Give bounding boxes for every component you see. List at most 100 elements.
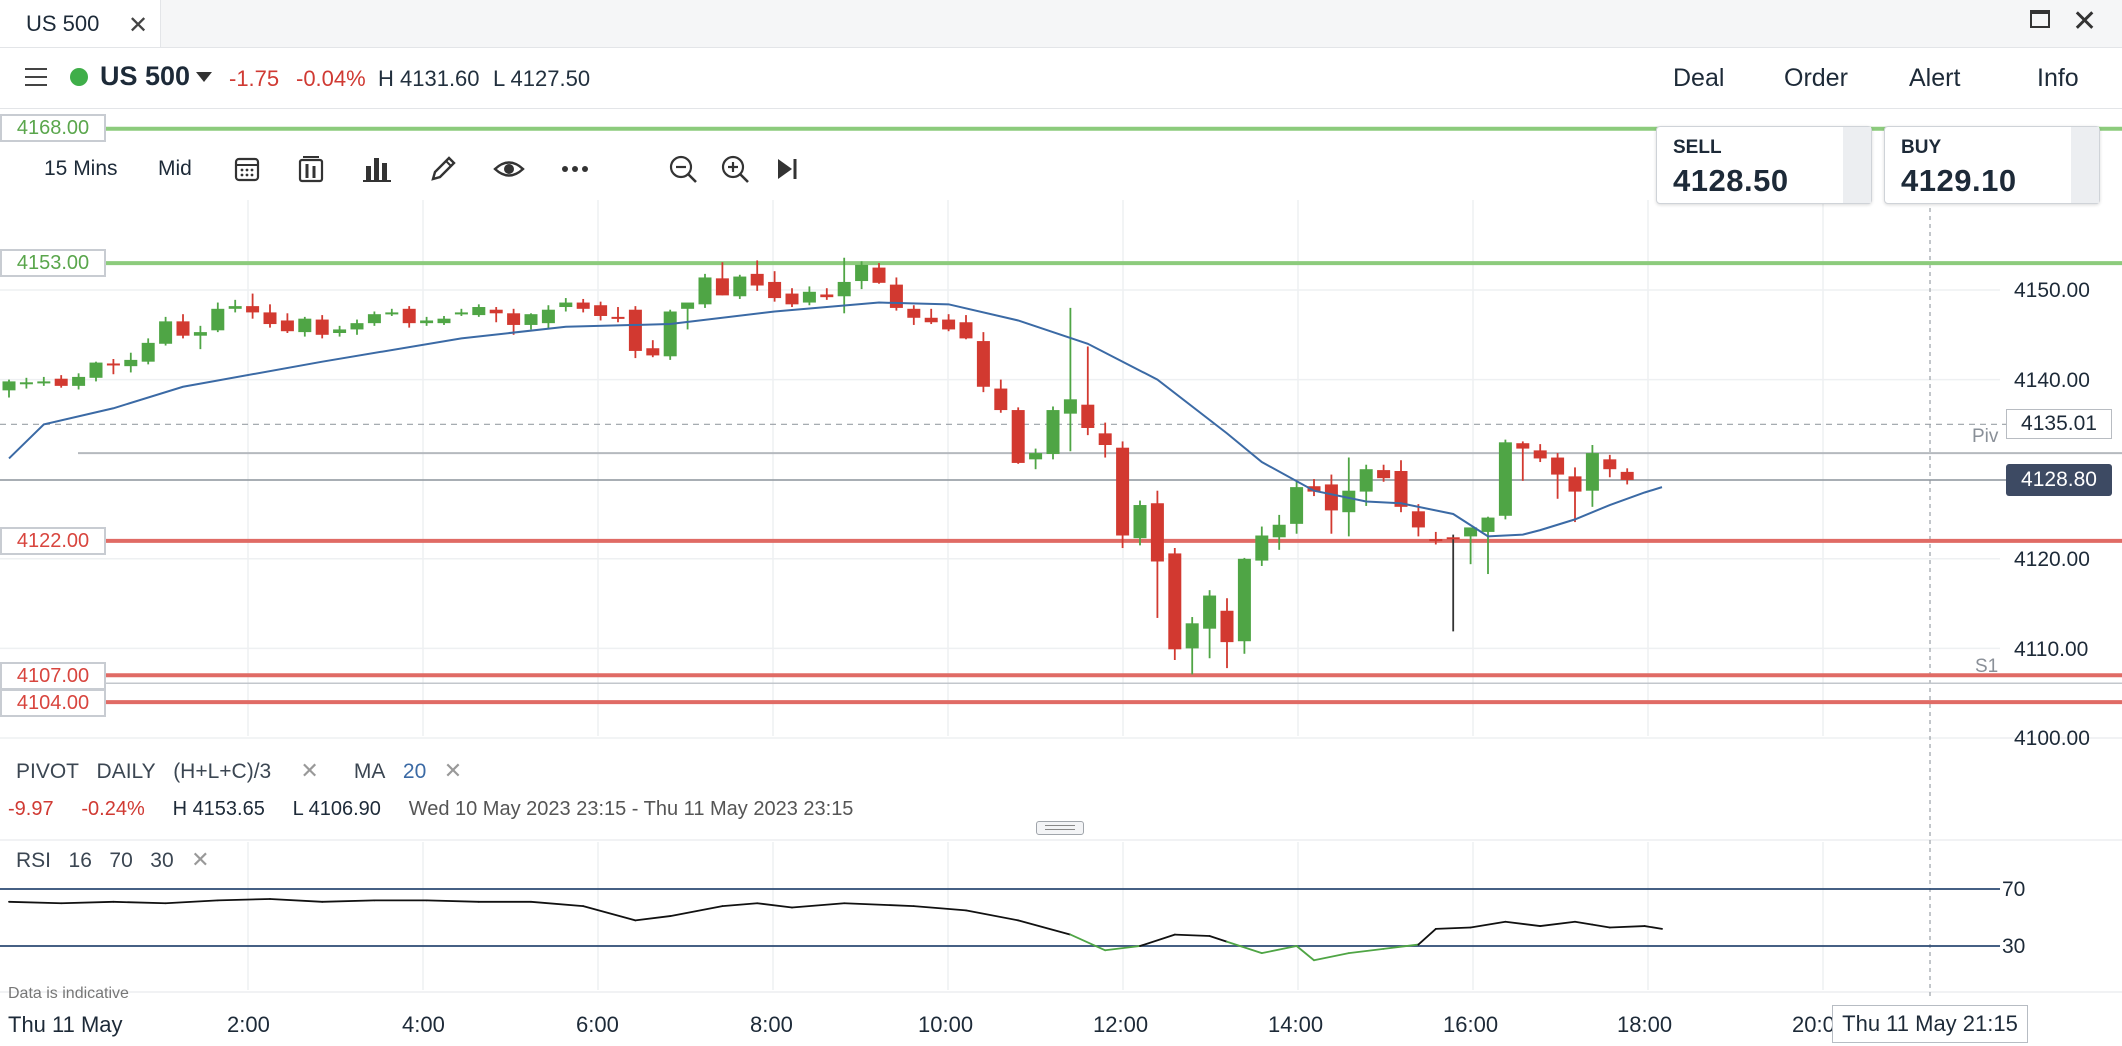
- zoom-out-icon[interactable]: [666, 152, 700, 186]
- candle-body: [1394, 470, 1408, 507]
- reference-price-box: 4135.01: [2006, 409, 2112, 439]
- rsi-segment: [60, 900, 115, 905]
- buy-ticket-shade: [2071, 127, 2099, 203]
- candle-body: [1255, 535, 1269, 561]
- candle-body: [159, 321, 173, 344]
- indicators-icon[interactable]: [360, 152, 394, 186]
- rsi-segment: [1173, 933, 1211, 937]
- candle-body: [1098, 433, 1112, 446]
- level-label-4107[interactable]: 4107.00: [0, 662, 106, 690]
- candle-body: [681, 302, 695, 309]
- rsi-upper: 70: [109, 849, 133, 872]
- level-label-4122[interactable]: 4122.00: [0, 527, 106, 555]
- pane-resize-handle[interactable]: [1036, 821, 1084, 835]
- rsi-segment: [321, 899, 376, 903]
- price-change-pct: -0.04%: [296, 66, 366, 91]
- summary-change-pct: -0.24%: [81, 798, 145, 820]
- candle-body: [594, 305, 608, 316]
- price-type-selector[interactable]: Mid: [158, 157, 192, 181]
- candle-body: [855, 264, 869, 282]
- candle-body: [559, 302, 573, 308]
- rsi-segment: [164, 899, 219, 905]
- instrument-bar: US 500 -1.75 -0.04% H 4131.60 L 4127.50 …: [0, 48, 2122, 109]
- candle-body: [1063, 399, 1077, 414]
- maximize-icon[interactable]: [2030, 10, 2050, 28]
- rsi-segment: [112, 900, 167, 905]
- price-change: -1.75: [229, 66, 280, 91]
- rsi-segment: [1434, 926, 1472, 930]
- rsi-segment: [1608, 925, 1646, 929]
- pencil-icon[interactable]: [426, 152, 460, 186]
- rsi-lower: 30: [150, 849, 174, 872]
- rsi-segment: [530, 900, 585, 907]
- candle-body: [402, 308, 416, 324]
- rsi-segment: [756, 902, 793, 909]
- rsi-tick-70: 70: [2002, 878, 2026, 901]
- candle-body: [228, 306, 242, 309]
- level-label-4153[interactable]: 4153.00: [0, 249, 106, 277]
- tab-us500[interactable]: US 500 ✕: [0, 0, 161, 47]
- candle-body: [1272, 524, 1286, 538]
- ma-label: MA: [353, 760, 386, 783]
- buy-ticket[interactable]: BUY 4129.10: [1884, 126, 2100, 204]
- window-close-icon[interactable]: ✕: [2072, 4, 2097, 39]
- candle-body: [1620, 471, 1634, 480]
- chevron-down-icon[interactable]: [196, 72, 212, 82]
- candle-body: [698, 277, 712, 305]
- candle-body: [1533, 450, 1547, 459]
- candle-body: [1150, 503, 1164, 562]
- instrument-name[interactable]: US 500: [100, 61, 190, 92]
- sell-label: SELL: [1673, 137, 1722, 158]
- candle-body: [715, 278, 729, 296]
- eye-icon[interactable]: [492, 152, 526, 186]
- candle-body: [72, 376, 86, 386]
- rsi-segment: [1295, 945, 1315, 962]
- candle-body: [54, 378, 68, 386]
- candle-body: [1481, 517, 1495, 532]
- more-options-icon[interactable]: [558, 152, 592, 186]
- chart-window: US 500 ✕ ✕ US 500 -1.75 -0.04% H 4131.60…: [0, 0, 2122, 1046]
- sell-ticket-shade: [1843, 127, 1871, 203]
- pivot-indicator-legend: PIVOT DAILY (H+L+C)/3 ✕ MA 20 ✕: [16, 758, 462, 784]
- candle-body: [959, 322, 973, 339]
- tab-close-icon[interactable]: ✕: [128, 11, 148, 40]
- rsi-segment: [791, 902, 846, 909]
- deal-button[interactable]: Deal: [1673, 64, 1724, 93]
- candle-body: [263, 312, 277, 325]
- x-tick-label: 10:00: [918, 1012, 974, 1037]
- zoom-in-icon[interactable]: [718, 152, 752, 186]
- candle-body: [454, 312, 468, 315]
- rsi-segment: [1208, 935, 1228, 943]
- order-button[interactable]: Order: [1784, 64, 1848, 93]
- summary-range: Wed 10 May 2023 23:15 - Thu 11 May 2023 …: [408, 798, 854, 820]
- alert-button[interactable]: Alert: [1909, 64, 1960, 93]
- candle-body: [785, 293, 799, 305]
- candle-body: [1203, 595, 1217, 629]
- level-label-4104[interactable]: 4104.00: [0, 689, 106, 717]
- candle-body: [1585, 453, 1599, 491]
- pivot-label: PIVOT: [16, 760, 80, 783]
- calendar-icon[interactable]: [230, 152, 264, 186]
- candle-body: [1185, 623, 1199, 649]
- candle-body: [611, 316, 625, 319]
- interval-selector[interactable]: 15 Mins: [44, 157, 118, 181]
- candle-body: [367, 314, 381, 324]
- remove-rsi-icon[interactable]: ✕: [191, 847, 209, 872]
- rsi-segment: [8, 900, 63, 905]
- level-label-4168[interactable]: 4168.00: [0, 114, 106, 142]
- menu-icon[interactable]: [25, 68, 47, 86]
- candle-body: [889, 284, 903, 308]
- skip-to-end-icon[interactable]: [770, 152, 804, 186]
- chart-type-icon[interactable]: [294, 152, 328, 186]
- candle-body: [1133, 505, 1147, 539]
- info-button[interactable]: Info: [2037, 64, 2079, 93]
- sell-ticket[interactable]: SELL 4128.50: [1656, 126, 1872, 204]
- market-open-status-icon: [70, 68, 88, 86]
- remove-pivot-icon[interactable]: ✕: [300, 758, 318, 783]
- rsi-segment: [1469, 920, 1507, 929]
- y-tick-4100: 4100.00: [2014, 727, 2090, 750]
- remove-ma-icon[interactable]: ✕: [444, 758, 462, 783]
- candle-body: [1446, 537, 1460, 540]
- rsi-segment: [669, 905, 724, 917]
- rsi-label: RSI: [16, 849, 52, 872]
